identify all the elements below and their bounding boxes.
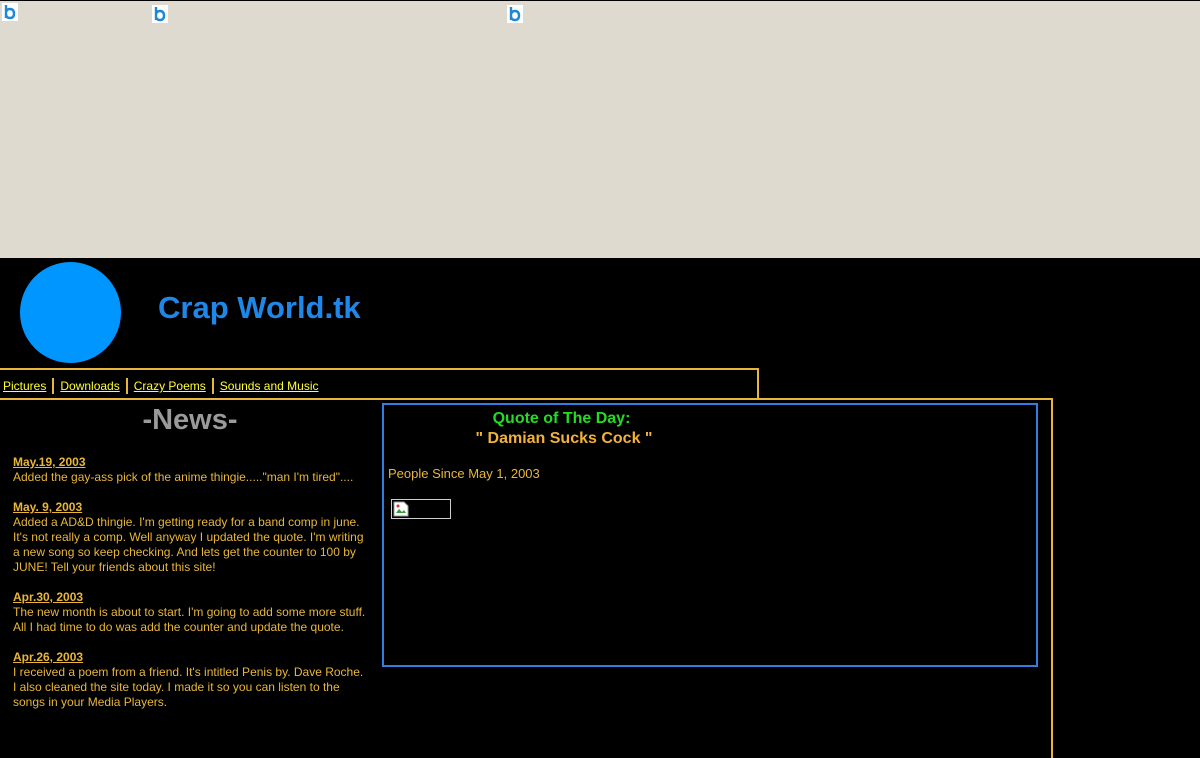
nav-separator	[52, 378, 55, 394]
nav-separator	[125, 378, 128, 394]
nav-link-crazy-poems[interactable]: Crazy Poems	[134, 379, 206, 393]
news-date: Apr.30, 2003	[13, 590, 84, 604]
news-text: I received a poem from a friend. It's in…	[13, 665, 364, 709]
news-date: Apr.26, 2003	[13, 650, 84, 664]
news-item: May. 9, 2003 Added a AD&D thingie. I'm g…	[13, 500, 368, 575]
broken-image-icon	[393, 501, 409, 517]
news-text: Added a AD&D thingie. I'm getting ready …	[13, 515, 364, 574]
news-text: Added the gay-ass pick of the anime thin…	[13, 470, 354, 484]
nav-bar: Pictures Downloads Crazy Poems Sounds an…	[0, 368, 759, 398]
nav-link-pictures[interactable]: Pictures	[3, 379, 46, 393]
news-text: The new month is about to start. I'm goi…	[13, 605, 366, 634]
ad-badge-icon[interactable]	[2, 3, 18, 21]
site-title: Crap World.tk	[158, 290, 361, 325]
site-logo	[20, 262, 121, 363]
ad-badge-icon[interactable]	[152, 5, 168, 23]
ad-banner-area	[0, 0, 1200, 258]
news-date: May. 9, 2003	[13, 500, 83, 514]
news-item: Apr.26, 2003 I received a poem from a fr…	[13, 650, 368, 710]
counter-image	[391, 499, 451, 519]
news-heading: -News-	[142, 404, 238, 436]
news-item: Apr.30, 2003 The new month is about to s…	[13, 590, 368, 635]
counter-label: People Since May 1, 2003	[388, 466, 540, 481]
nav-link-sounds-and-music[interactable]: Sounds and Music	[220, 379, 319, 393]
news-date: May.19, 2003	[13, 455, 86, 469]
quote-text: " Damian Sucks Cock "	[475, 430, 653, 447]
nav-separator	[211, 378, 214, 394]
news-list: May.19, 2003 Added the gay-ass pick of t…	[13, 455, 368, 725]
nav-links: Pictures Downloads Crazy Poems Sounds an…	[3, 378, 319, 394]
nav-link-downloads[interactable]: Downloads	[60, 379, 119, 393]
news-item: May.19, 2003 Added the gay-ass pick of t…	[13, 455, 368, 485]
ad-badge-icon[interactable]	[507, 5, 523, 23]
quote-box: Quote of The Day: " Damian Sucks Cock " …	[382, 403, 1038, 667]
quote-title: Quote of The Day:	[492, 410, 631, 427]
